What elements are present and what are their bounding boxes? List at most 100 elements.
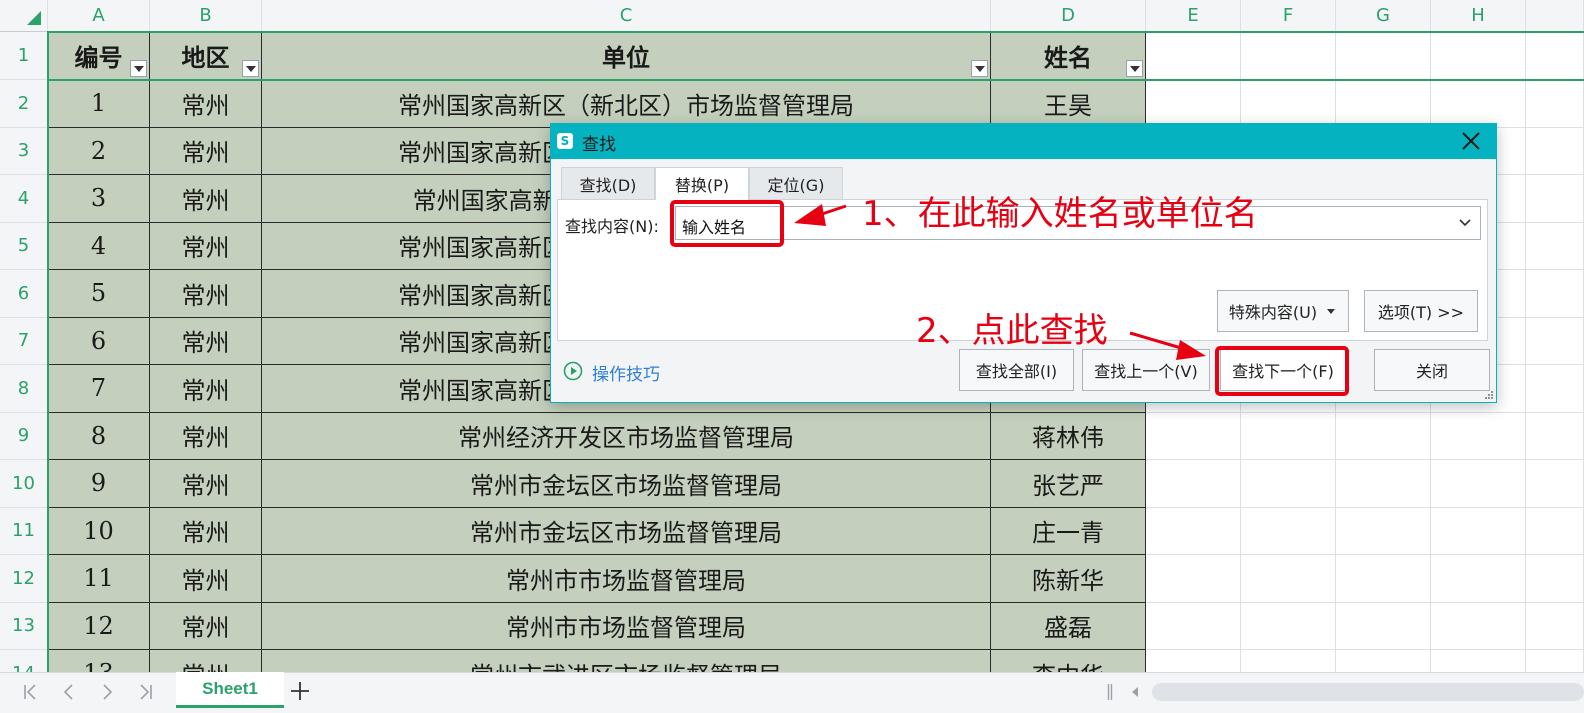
empty-cell[interactable] [1526,175,1584,223]
header-cell[interactable]: 地区 [150,32,262,80]
empty-cell[interactable] [1241,650,1336,672]
filter-dropdown-icon[interactable] [242,60,259,77]
first-sheet-icon[interactable] [20,681,42,703]
select-all-button[interactable] [0,0,48,32]
table-cell[interactable]: 常州经济开发区市场监督管理局 [262,412,991,460]
table-cell[interactable]: 常州 [150,602,262,650]
empty-cell[interactable] [1526,365,1584,413]
empty-cell[interactable] [1336,32,1431,80]
table-cell[interactable]: 常州 [150,80,262,128]
empty-cell[interactable] [1336,80,1431,128]
header-cell[interactable]: 姓名 [991,32,1146,80]
column-header-b[interactable]: B [150,0,262,32]
filter-dropdown-icon[interactable] [1126,60,1143,77]
table-cell[interactable]: 10 [48,507,150,555]
find-previous-button[interactable]: 查找上一个(V) [1082,349,1210,391]
table-cell[interactable]: 常州市市场监督管理局 [262,602,991,650]
table-cell[interactable]: 盛磊 [991,602,1146,650]
header-cell[interactable]: 单位 [262,32,991,80]
row-header-9[interactable]: 9 [0,412,48,460]
prev-sheet-icon[interactable] [58,681,80,703]
empty-cell[interactable] [1431,80,1526,128]
table-cell[interactable]: 常州市金坛区市场监督管理局 [262,507,991,555]
table-cell[interactable]: 2 [48,127,150,175]
empty-cell[interactable] [1526,32,1584,80]
empty-cell[interactable] [1431,650,1526,672]
column-header-f[interactable]: F [1241,0,1336,32]
next-sheet-icon[interactable] [96,681,118,703]
options-button[interactable]: 选项(T) >> [1364,290,1478,332]
row-header-12[interactable]: 12 [0,555,48,603]
table-cell[interactable]: 7 [48,365,150,413]
table-cell[interactable]: 常州 [150,507,262,555]
find-all-button[interactable]: 查找全部(I) [959,349,1074,391]
table-cell[interactable]: 陈新华 [991,555,1146,603]
table-cell[interactable]: 常州市武进区市场监督管理局 [262,650,991,672]
row-header-6[interactable]: 6 [0,270,48,318]
empty-cell[interactable] [1146,460,1241,508]
table-cell[interactable]: 常州 [150,222,262,270]
header-cell[interactable]: 编号 [48,32,150,80]
empty-cell[interactable] [1431,460,1526,508]
empty-cell[interactable] [1336,507,1431,555]
row-header-1[interactable]: 1 [0,32,48,80]
table-cell[interactable]: 常州市市场监督管理局 [262,555,991,603]
column-header-a[interactable]: A [48,0,150,32]
table-cell[interactable]: 5 [48,270,150,318]
column-header-d[interactable]: D [991,0,1146,32]
table-cell[interactable]: 12 [48,602,150,650]
empty-cell[interactable] [1146,507,1241,555]
empty-cell[interactable] [1431,412,1526,460]
empty-cell[interactable] [1241,460,1336,508]
table-cell[interactable]: 6 [48,317,150,365]
close-icon[interactable] [1460,130,1482,152]
empty-cell[interactable] [1241,80,1336,128]
tab-find[interactable]: 查找(D) [561,167,655,199]
row-header-8[interactable]: 8 [0,365,48,413]
row-header-10[interactable]: 10 [0,460,48,508]
column-header-c[interactable]: C [262,0,991,32]
sheet-tab-sheet1[interactable]: Sheet1 [176,672,284,708]
table-cell[interactable]: 常州 [150,412,262,460]
close-button[interactable]: 关闭 [1374,349,1490,391]
empty-cell[interactable] [1241,555,1336,603]
chevron-down-icon[interactable] [1458,216,1472,230]
row-header-14[interactable]: 14 [0,650,48,672]
table-cell[interactable]: 常州市金坛区市场监督管理局 [262,460,991,508]
empty-cell[interactable] [1241,412,1336,460]
table-cell[interactable]: 常州 [150,460,262,508]
empty-cell[interactable] [1146,32,1241,80]
table-cell[interactable]: 常州 [150,650,262,672]
horizontal-scrollbar[interactable] [1152,683,1584,701]
table-cell[interactable]: 常州 [150,175,262,223]
table-cell[interactable]: 王昊 [991,80,1146,128]
resize-grip-icon[interactable] [1484,390,1494,400]
column-header-h[interactable]: H [1431,0,1526,32]
empty-cell[interactable] [1336,555,1431,603]
table-cell[interactable]: 9 [48,460,150,508]
empty-cell[interactable] [1431,602,1526,650]
table-cell[interactable]: 常州 [150,270,262,318]
dialog-titlebar[interactable]: S 查找 [551,124,1496,159]
row-header-5[interactable]: 5 [0,222,48,270]
filter-dropdown-icon[interactable] [971,60,988,77]
empty-cell[interactable] [1526,507,1584,555]
empty-cell[interactable] [1526,602,1584,650]
row-header-4[interactable]: 4 [0,175,48,223]
empty-cell[interactable] [1146,412,1241,460]
empty-cell[interactable] [1526,412,1584,460]
table-cell[interactable]: 1 [48,80,150,128]
table-cell[interactable]: 8 [48,412,150,460]
empty-cell[interactable] [1146,650,1241,672]
empty-cell[interactable] [1526,460,1584,508]
table-cell[interactable]: 常州 [150,317,262,365]
filter-dropdown-icon[interactable] [130,60,147,77]
tips-link[interactable]: 操作技巧 [592,360,660,385]
table-cell[interactable]: 4 [48,222,150,270]
scroll-left-icon[interactable] [1129,685,1141,699]
empty-cell[interactable] [1241,507,1336,555]
empty-cell[interactable] [1431,555,1526,603]
last-sheet-icon[interactable] [134,681,156,703]
empty-cell[interactable] [1146,602,1241,650]
table-cell[interactable]: 常州 [150,127,262,175]
